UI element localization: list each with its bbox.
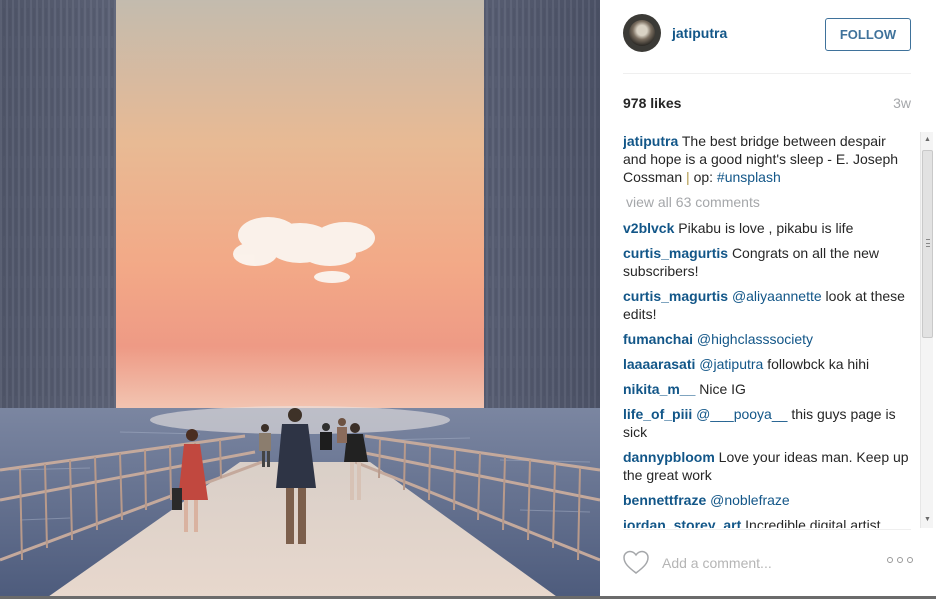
comment-author-link[interactable]: curtis_magurtis <box>623 245 728 261</box>
post-age[interactable]: 3w <box>893 95 911 111</box>
comment-item: dannypbloom Love your ideas man. Keep up… <box>623 448 911 484</box>
comment-text: Pikabu is love , pikabu is life <box>678 220 854 236</box>
avatar-image <box>629 20 655 46</box>
username-link[interactable]: jatiputra <box>672 25 727 41</box>
comment-item: bennettfraze @noblefraze <box>623 491 911 509</box>
grip-icon <box>926 239 930 247</box>
caption-op-label: op: <box>693 169 714 185</box>
comment-author-link[interactable]: jordan_storey_art <box>623 517 741 528</box>
comment-mention-link[interactable]: @aliyaannette <box>732 288 822 304</box>
footer-divider <box>623 529 911 530</box>
caption-author-link[interactable]: jatiputra <box>623 133 678 149</box>
comment-author-link[interactable]: fumanchai <box>623 331 693 347</box>
comment-author-link[interactable]: v2blvck <box>623 220 674 236</box>
comment-author-link[interactable]: life_of_piii <box>623 406 692 422</box>
comment-mention-link[interactable]: @jatiputra <box>699 356 763 372</box>
comment-author-link[interactable]: laaaarasati <box>623 356 695 372</box>
avatar[interactable] <box>623 14 661 52</box>
likes-count[interactable]: 978 likes <box>623 95 681 111</box>
add-comment-input[interactable] <box>662 553 862 573</box>
comment-author-link[interactable]: curtis_magurtis <box>623 288 728 304</box>
caption: jatiputra The best bridge between despai… <box>623 132 911 186</box>
comment-text: followbck ka hihi <box>767 356 870 372</box>
comment-mention-link[interactable]: @___pooya__ <box>696 406 787 422</box>
comment-item: curtis_magurtis Congrats on all the new … <box>623 244 911 280</box>
post-sidebar: jatiputra FOLLOW 978 likes 3w jatiputra … <box>600 0 936 599</box>
scrollbar-thumb[interactable] <box>922 150 933 338</box>
hashtag-link[interactable]: #unsplash <box>717 169 781 185</box>
caption-separator: | <box>686 169 690 185</box>
comment-author-link[interactable]: bennettfraze <box>623 492 706 508</box>
more-options-icon[interactable] <box>887 557 913 565</box>
comments-scrollbar[interactable]: ▲ ▼ <box>920 132 933 528</box>
scroll-up-arrow-icon[interactable]: ▲ <box>921 132 934 148</box>
comment-item: nikita_m__ Nice IG <box>623 380 911 398</box>
comment-text: Nice IG <box>699 381 746 397</box>
comment-item: laaaarasati @jatiputra followbck ka hihi <box>623 355 911 373</box>
bridge-sunset-image <box>0 0 600 599</box>
follow-button[interactable]: FOLLOW <box>825 18 911 51</box>
comment-text: Incredible digital artist <box>745 517 881 528</box>
comment-mention-link[interactable]: @highclasssociety <box>697 331 813 347</box>
post-photo <box>0 0 600 599</box>
scroll-down-arrow-icon[interactable]: ▼ <box>921 512 934 528</box>
post-header: jatiputra FOLLOW <box>623 14 911 54</box>
comment-item: curtis_magurtis @aliyaannette look at th… <box>623 287 911 323</box>
comments-list[interactable]: jatiputra The best bridge between despai… <box>623 132 911 528</box>
comment-author-link[interactable]: nikita_m__ <box>623 381 695 397</box>
comment-item: fumanchai @highclasssociety <box>623 330 911 348</box>
comment-item: v2blvck Pikabu is love , pikabu is life <box>623 219 911 237</box>
comment-item: life_of_piii @___pooya__ this guys page … <box>623 405 911 441</box>
comment-author-link[interactable]: dannypbloom <box>623 449 715 465</box>
comment-mention-link[interactable]: @noblefraze <box>710 492 790 508</box>
heart-icon[interactable] <box>622 549 650 575</box>
view-all-comments-link[interactable]: view all 63 comments <box>626 193 911 211</box>
comment-item: jordan_storey_art Incredible digital art… <box>623 516 911 528</box>
header-divider <box>623 73 911 74</box>
